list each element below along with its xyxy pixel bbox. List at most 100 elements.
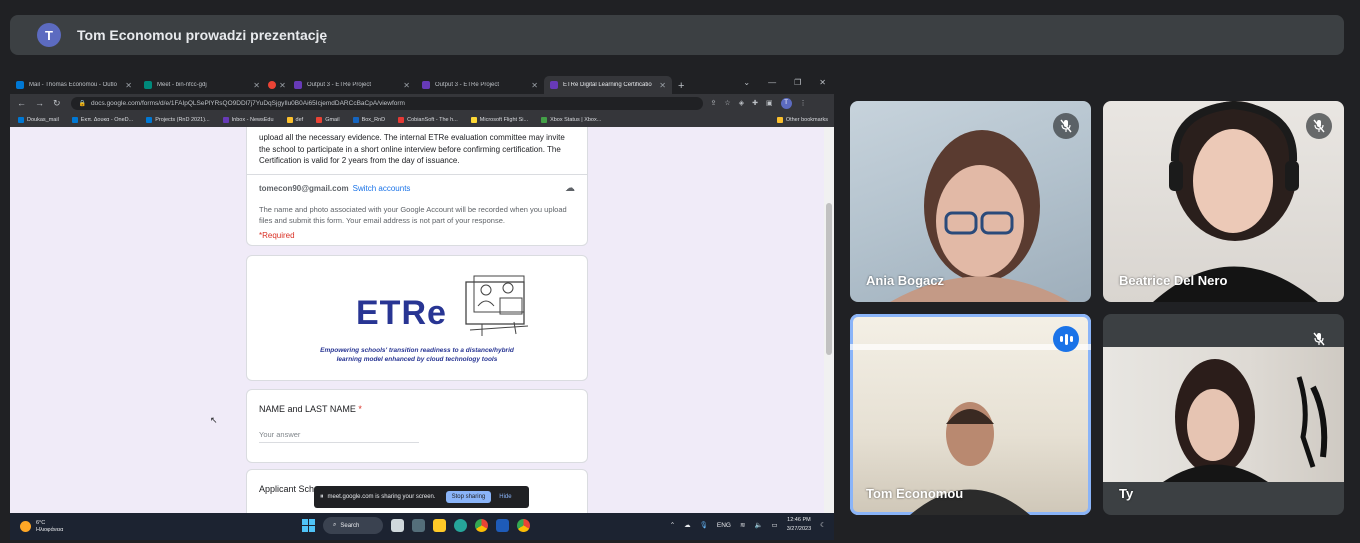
puzzle-icon[interactable]: ✚ [752,99,758,107]
windows-taskbar: 6°C Ηλιοφάνεια ⌕ Search ⌃ ☁ 🎙 ENG ≋ 🔈 ▭ … [10,513,834,540]
presenter-banner: T Tom Economou prowadzi prezentację [10,15,1344,55]
chrome-profile-icon[interactable] [517,519,530,532]
chrome-icon[interactable] [475,519,488,532]
weather-widget[interactable]: 6°C Ηλιοφάνεια [20,520,63,534]
form-page: upload all the necessary evidence. The i… [10,127,834,513]
share-message: meet.google.com is sharing your screen. [327,494,436,500]
account-row: tomecon90@gmail.com Switch accounts ☁ [259,183,575,194]
presenter-title: Tom Economou prowadzi prezentację [77,27,328,43]
sidepanel-icon[interactable]: ▣ [766,99,773,107]
forms-icon [422,81,430,89]
classroom-sketch-icon [465,275,529,336]
share-icon[interactable]: ⇪ [711,99,717,107]
widgets-icon[interactable] [412,519,425,532]
form-description: upload all the necessary evidence. The i… [259,133,565,165]
bookmark-item[interactable]: Εκπ. Δουκα - OneD... [71,116,133,123]
close-icon[interactable]: ✕ [531,81,538,90]
edge-icon[interactable] [454,519,467,532]
start-icon[interactable] [302,519,315,532]
extension-icon[interactable]: ◈ [739,99,744,107]
bookmark-item[interactable]: def [286,116,303,123]
minimize-icon[interactable]: — [768,78,776,87]
browser-tab-etre-form[interactable]: ETRe Digital Learning Certificatio ✕ [544,76,672,94]
etre-logo: ETRe [312,272,529,342]
shared-screen: Mail - Thomas Economou - Outlo ✕ Meet - b… [10,74,834,540]
browser-tab-output-1[interactable]: Output 3 - ETRe Project ✕ [288,76,416,94]
other-bookmarks[interactable]: Other bookmarks [776,116,828,123]
task-view-icon[interactable] [391,519,404,532]
participant-tile-active-speaker[interactable]: Tom Economou [850,314,1091,515]
switch-accounts-link[interactable]: Switch accounts [353,184,411,193]
close-icon[interactable]: ✕ [253,81,260,90]
close-icon[interactable]: ✕ [279,81,286,90]
language-indicator[interactable]: ENG [717,522,731,529]
browser-tab-recording[interactable]: ✕ [266,76,288,94]
browser-tab-output-2[interactable]: Output 3 - ETRe Project ✕ [416,76,544,94]
restore-icon[interactable]: ❐ [794,78,801,87]
cloud-icon[interactable]: ☁ [684,521,691,529]
bookmark-item[interactable]: Inbox - NewsEdu [222,116,274,123]
forms-icon [550,81,558,89]
taskbar-search[interactable]: ⌕ Search [323,517,383,534]
close-window-icon[interactable]: ✕ [819,78,826,87]
cloud-icon: ☁ [565,182,575,194]
browser-tab-meet[interactable]: Meet - bin-nfcc-gdj ✕ [138,76,266,94]
browser-tab-mail[interactable]: Mail - Thomas Economou - Outlo ✕ [10,76,138,94]
wifi-icon[interactable]: ≋ [740,521,745,529]
forward-icon[interactable]: → [35,98,44,109]
form-header-card: upload all the necessary evidence. The i… [246,127,588,246]
stop-sharing-button[interactable]: Stop sharing [445,491,492,503]
lock-icon: 🔒 [78,100,87,107]
bookmark-item[interactable]: Xbox Status | Xbox... [541,116,601,123]
participant-video [1103,347,1344,482]
page-scrollbar[interactable] [824,127,834,513]
window-controls: ⌄ — ❐ ✕ [743,78,826,87]
close-icon[interactable]: ✕ [659,81,666,90]
word-icon[interactable] [496,519,509,532]
participant-tile[interactable]: Ania Bogacz [850,101,1091,302]
bookmark-item[interactable]: Microsoft Flight Si... [470,116,528,123]
question-label: NAME and LAST NAME * [259,404,362,414]
hide-button[interactable]: Hide [499,494,511,500]
profile-avatar[interactable]: T [780,97,792,109]
notification-icon[interactable]: ☾ [820,521,826,529]
reload-icon[interactable]: ↻ [53,98,61,109]
file-explorer-icon[interactable] [433,519,446,532]
bookmark-item[interactable]: Gmail [316,116,340,123]
close-icon[interactable]: ✕ [125,81,132,90]
tab-search-icon[interactable]: ⌄ [743,78,750,87]
participant-name: Tom Economou [866,486,964,501]
participant-tile[interactable]: Beatrice Del Nero [1103,101,1344,302]
new-tab-icon[interactable]: + [678,80,684,92]
outlook-icon [16,81,24,89]
bookmark-item[interactable]: Projects (RnD 2021)... [146,116,210,123]
screen-share-bar: ⏸ meet.google.com is sharing your screen… [314,486,529,508]
question-name-card: NAME and LAST NAME * Your answer [246,389,588,463]
star-icon[interactable]: ☆ [724,99,730,107]
bookmarks-bar: Doukas_mail Εκπ. Δουκα - OneD... Project… [10,112,834,127]
forms-icon [294,81,302,89]
participant-tile[interactable]: Ty [1103,314,1344,515]
battery-icon[interactable]: ▭ [772,521,778,529]
participant-name: Beatrice Del Nero [1119,273,1228,288]
speaking-indicator-icon [1053,326,1079,352]
scrollbar-thumb[interactable] [826,203,832,355]
back-icon[interactable]: ← [17,98,26,109]
volume-icon[interactable]: 🔈 [754,521,762,529]
address-bar-row: ← → ↻ 🔒 docs.google.com/forms/d/e/1FAIpQ… [10,94,834,112]
pause-icon: ⏸ [320,493,324,500]
clock[interactable]: 12:46 PM 3/27/2023 [787,516,811,534]
mouse-cursor-icon: ↖ [210,415,218,425]
record-icon [268,81,277,89]
bookmark-item[interactable]: Box_RnD [352,116,385,123]
mic-off-icon [1306,113,1332,139]
url-field[interactable]: 🔒 docs.google.com/forms/d/e/1FAIpQLSePlY… [70,96,703,110]
microphone-icon[interactable]: 🎙 [700,521,708,529]
chevron-up-icon[interactable]: ⌃ [670,521,675,529]
bookmark-item[interactable]: CobianSoft - The h... [398,116,458,123]
menu-icon[interactable]: ⋮ [800,99,807,107]
close-icon[interactable]: ✕ [403,81,410,90]
name-answer-input[interactable]: Your answer [259,430,419,443]
bookmark-item[interactable]: Doukas_mail [18,116,59,123]
search-icon: ⌕ [333,522,337,528]
